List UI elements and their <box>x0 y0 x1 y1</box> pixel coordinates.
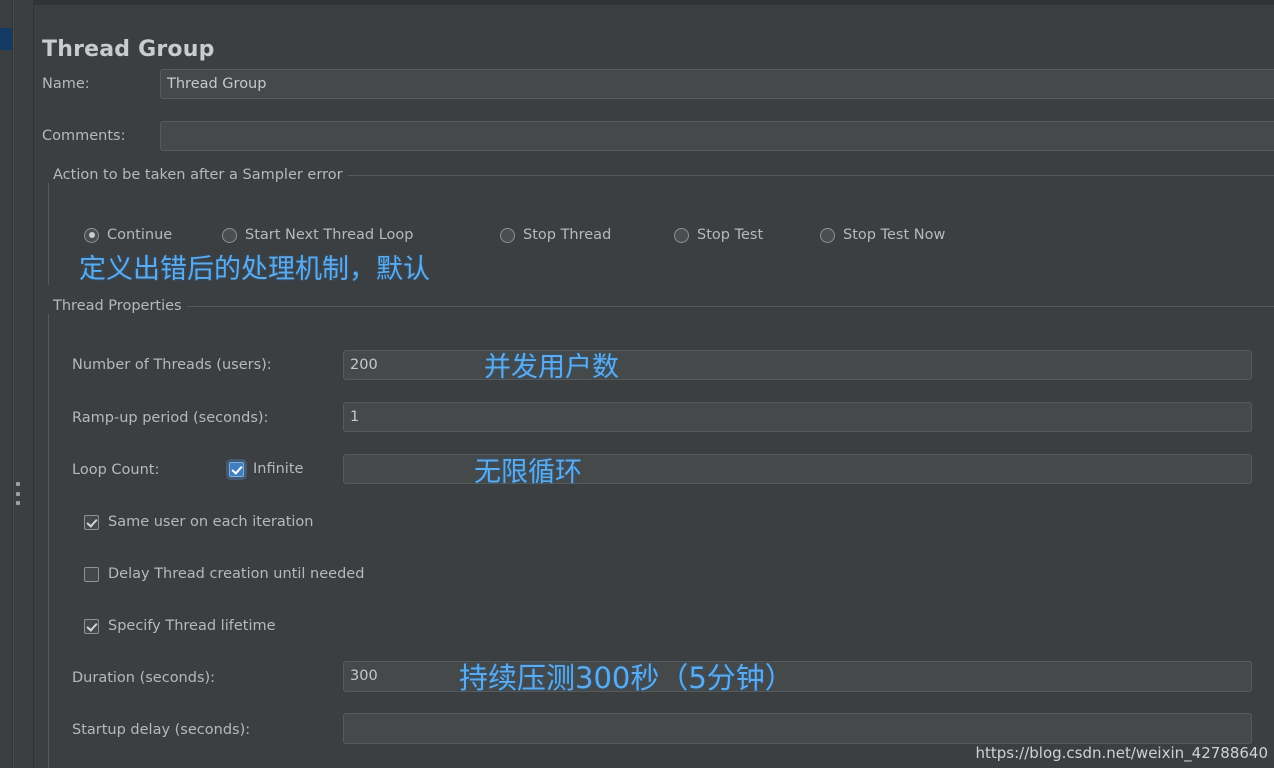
ramp-up-label: Ramp-up period (seconds): <box>72 410 269 426</box>
radio-indicator-icon <box>222 227 237 243</box>
name-input[interactable]: Thread Group <box>160 69 1274 99</box>
grip-dot <box>15 491 20 496</box>
panel-top-shade <box>34 0 1274 5</box>
comments-input[interactable] <box>160 121 1274 151</box>
number-of-threads-input[interactable]: 200 <box>343 350 1252 380</box>
gutter-divider-2 <box>13 0 14 768</box>
page-title: Thread Group <box>42 36 215 62</box>
radio-indicator-icon <box>84 227 99 243</box>
radio-continue-label: Continue <box>107 227 173 243</box>
thread-properties-group-rule <box>48 306 1274 307</box>
left-gutter <box>0 0 35 768</box>
annotation-concurrent-users: 并发用户数 <box>484 352 619 383</box>
checkmark-icon <box>84 618 99 634</box>
startup-delay-input[interactable] <box>343 713 1252 744</box>
radio-indicator-icon <box>674 227 689 243</box>
infinite-checkbox[interactable]: Infinite <box>229 461 303 477</box>
delay-thread-creation-checkbox-label: Delay Thread creation until needed <box>108 566 365 582</box>
grip-dot <box>15 501 20 505</box>
specify-thread-lifetime-checkbox[interactable]: Specify Thread lifetime <box>84 618 276 634</box>
radio-stop-thread-label: Stop Thread <box>523 227 612 243</box>
radio-stop-thread[interactable]: Stop Thread <box>500 227 611 243</box>
sampler-error-group-legend: Action to be taken after a Sampler error <box>48 167 348 183</box>
thread-group-panel: Thread Group Name: Thread Group Comments… <box>34 0 1274 768</box>
radio-stop-test-now[interactable]: Stop Test Now <box>820 227 945 243</box>
infinite-checkbox-label: Infinite <box>253 461 304 477</box>
duration-label: Duration (seconds): <box>72 670 216 686</box>
radio-start-next-thread-loop[interactable]: Start Next Thread Loop <box>222 227 414 243</box>
delay-thread-creation-checkbox[interactable]: Delay Thread creation until needed <box>84 566 364 582</box>
sampler-error-group-left-edge <box>48 175 49 285</box>
number-of-threads-label: Number of Threads (users): <box>72 357 272 373</box>
checkmark-icon <box>229 461 244 477</box>
startup-delay-label: Startup delay (seconds): <box>72 722 251 738</box>
annotation-infinite-loop: 无限循环 <box>474 457 582 488</box>
same-user-checkbox-label: Same user on each iteration <box>108 514 314 530</box>
ramp-up-input[interactable]: 1 <box>343 402 1252 432</box>
checkbox-empty-icon <box>84 566 99 582</box>
tree-selection-marker <box>0 28 12 50</box>
thread-properties-group-legend: Thread Properties <box>48 298 187 314</box>
radio-continue[interactable]: Continue <box>84 227 172 243</box>
annotation-error-handling: 定义出错后的处理机制，默认 <box>79 254 430 285</box>
splitter-grip-handle[interactable] <box>15 482 20 505</box>
jmeter-thread-group-screen: Thread Group Name: Thread Group Comments… <box>0 0 1274 768</box>
loop-count-label: Loop Count: <box>72 462 160 478</box>
annotation-duration-note: 持续压测300秒（5分钟） <box>459 661 794 695</box>
same-user-checkbox[interactable]: Same user on each iteration <box>84 514 314 530</box>
comments-label: Comments: <box>42 128 126 144</box>
radio-stop-test-label: Stop Test <box>697 227 764 243</box>
radio-start-next-thread-loop-label: Start Next Thread Loop <box>245 227 414 243</box>
specify-thread-lifetime-checkbox-label: Specify Thread lifetime <box>108 618 276 634</box>
grip-dot <box>15 482 20 486</box>
watermark-url: https://blog.csdn.net/weixin_42788640 <box>975 744 1268 762</box>
radio-stop-test-now-label: Stop Test Now <box>843 227 946 243</box>
thread-properties-group-left-edge <box>48 306 49 768</box>
radio-stop-test[interactable]: Stop Test <box>674 227 763 243</box>
radio-indicator-icon <box>820 227 835 243</box>
name-label: Name: <box>42 76 90 92</box>
checkmark-icon <box>84 514 99 530</box>
radio-indicator-icon <box>500 227 515 243</box>
